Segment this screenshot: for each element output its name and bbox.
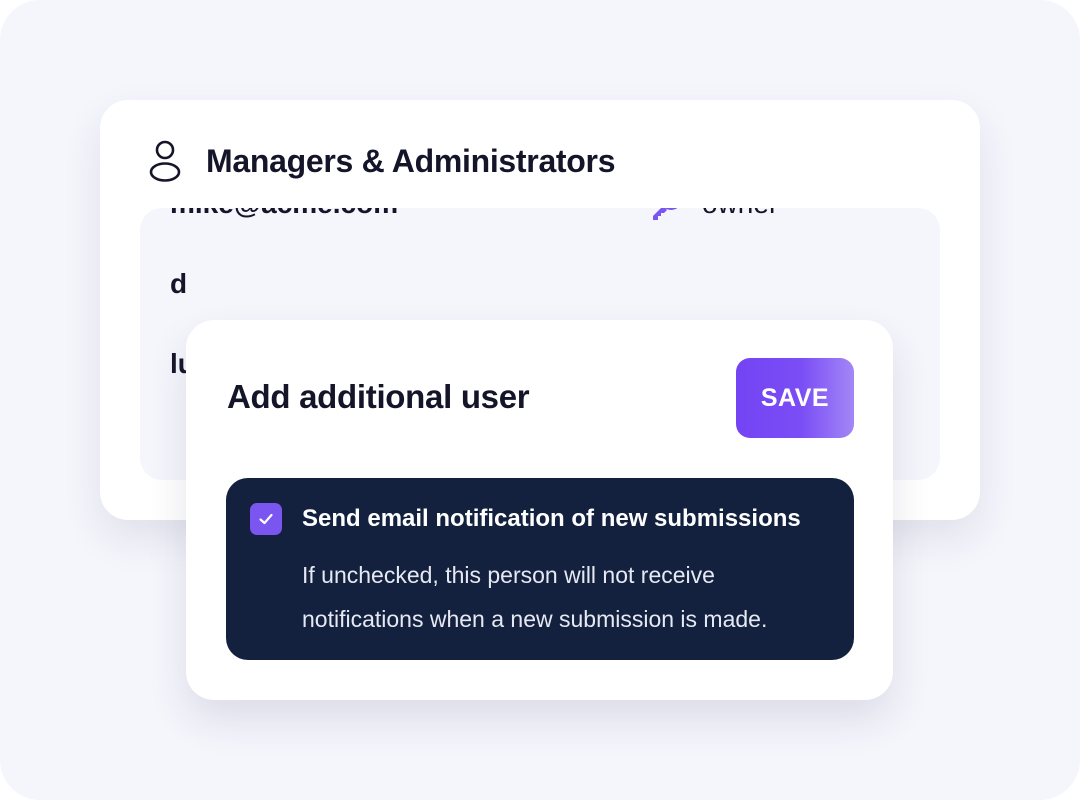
email-notification-checkbox[interactable] bbox=[250, 503, 282, 535]
save-button[interactable]: SAVE bbox=[736, 358, 854, 438]
help-text: notifications when a new submission is m… bbox=[302, 606, 768, 632]
checkbox-label: Send email notification of new submissio… bbox=[302, 505, 801, 532]
modal-title: Add additional user bbox=[227, 378, 530, 415]
page-background: Managers & Administrators lu d mike@acme… bbox=[0, 0, 1080, 800]
user-email: d bbox=[170, 268, 188, 299]
card-header: Managers & Administrators bbox=[148, 138, 616, 184]
notification-option: Send email notification of new submissio… bbox=[226, 478, 854, 660]
user-email: mike@acme.com bbox=[170, 208, 398, 220]
list-item: mike@acme.com owner bbox=[170, 208, 910, 224]
help-text: If unchecked, this person will not recei… bbox=[302, 562, 715, 588]
check-icon bbox=[259, 513, 273, 525]
user-icon bbox=[149, 140, 181, 182]
card-title: Managers & Administrators bbox=[206, 142, 616, 179]
role-label: owner bbox=[702, 208, 778, 220]
add-user-modal: Add additional user SAVE Send email noti… bbox=[186, 320, 893, 700]
role-badge: owner bbox=[648, 208, 778, 224]
key-icon bbox=[653, 208, 678, 220]
list-item: d bbox=[170, 264, 910, 304]
